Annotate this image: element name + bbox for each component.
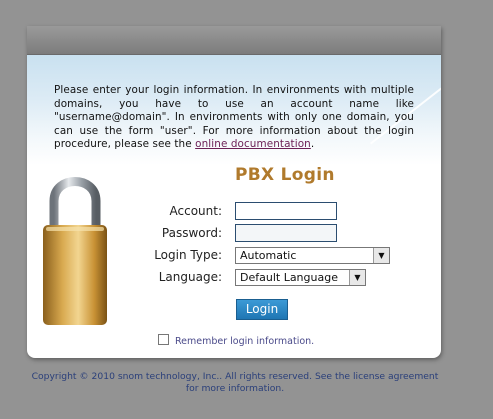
account-label: Account: [169, 204, 223, 218]
login-type-select[interactable]: Automatic ▼ [235, 247, 390, 264]
login-type-value: Automatic [240, 249, 297, 262]
intro-text-after: . [310, 138, 315, 151]
password-input[interactable] [235, 224, 337, 242]
page: Please enter your login information. In … [0, 0, 493, 419]
online-documentation-link[interactable]: online documentation [195, 138, 311, 150]
chevron-down-icon[interactable]: ▼ [373, 248, 389, 263]
remember-label: Remember login information. [175, 336, 315, 347]
panel-header [27, 26, 441, 55]
password-label: Password: [161, 226, 222, 240]
page-title: PBX Login [235, 165, 335, 185]
remember-checkbox[interactable] [158, 334, 169, 345]
login-button[interactable]: Login [236, 299, 288, 320]
footer-copyright: Copyright © 2010 snom technology, Inc.. … [31, 371, 439, 395]
language-value: Default Language [240, 271, 338, 284]
padlock-icon [43, 177, 107, 325]
account-input[interactable] [235, 202, 337, 220]
login-panel: Please enter your login information. In … [27, 26, 441, 358]
chevron-down-icon[interactable]: ▼ [349, 270, 365, 285]
language-select[interactable]: Default Language ▼ [235, 269, 366, 286]
language-label: Language: [158, 270, 222, 284]
intro-text: Please enter your login information. In … [54, 84, 414, 152]
remember-login[interactable]: Remember login information. [158, 334, 314, 347]
login-type-label: Login Type: [154, 248, 222, 262]
